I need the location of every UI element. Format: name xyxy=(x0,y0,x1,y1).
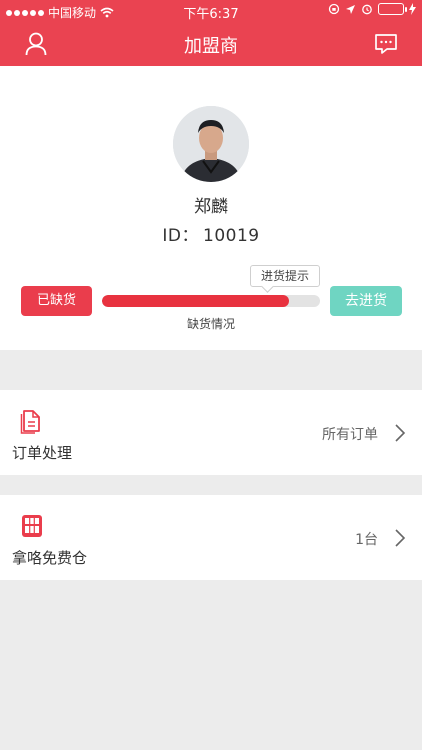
user-id-label: ID： xyxy=(162,226,199,246)
list-item-value: 所有订单 xyxy=(322,427,378,443)
list-item-label: 拿咯免费仓 xyxy=(12,549,88,567)
stock-progress-bar xyxy=(102,295,320,307)
stock-caption: 缺货情况 xyxy=(186,317,235,331)
cabinet-icon xyxy=(22,515,42,537)
profile-card: 郑麟 ID： 10019 已缺货 进货提示 缺货情况 去进货 xyxy=(0,66,422,350)
avatar-photo xyxy=(173,106,249,182)
location-icon xyxy=(346,4,355,14)
user-id: ID： 10019 xyxy=(0,221,422,246)
battery-icon xyxy=(378,3,407,15)
rotation-lock-icon xyxy=(328,3,340,15)
list-item-label: 订单处理 xyxy=(12,444,73,462)
status-bar: 中国移动 下午6:37 xyxy=(0,0,422,22)
nav-bar: 加盟商 xyxy=(0,22,422,66)
list-item-orders[interactable]: 订单处理 所有订单 xyxy=(0,390,422,475)
document-icon xyxy=(20,410,40,434)
app-screen: 中国移动 下午6:37 加盟商 郑麟 ID： 10019 已缺货 进货提示 缺货… xyxy=(0,0,422,750)
restock-tip: 进货提示 xyxy=(250,265,320,287)
out-of-stock-button[interactable]: 已缺货 xyxy=(21,286,92,316)
status-right xyxy=(328,3,416,15)
chevron-right-icon xyxy=(395,529,406,547)
user-id-value: 10019 xyxy=(203,226,260,246)
user-name: 郑麟 xyxy=(194,197,228,217)
chevron-right-icon xyxy=(395,424,406,442)
alarm-icon xyxy=(362,4,372,15)
page-title: 加盟商 xyxy=(184,36,238,57)
list-item-value: 1台 xyxy=(355,532,378,548)
list-item-free-storage[interactable]: 拿咯免费仓 1台 xyxy=(0,495,422,580)
avatar[interactable] xyxy=(173,106,249,182)
stock-progress-fill xyxy=(102,295,290,307)
top-bar: 中国移动 下午6:37 加盟商 xyxy=(0,0,422,66)
charging-icon xyxy=(409,3,416,15)
restock-button[interactable]: 去进货 xyxy=(330,286,402,316)
message-icon[interactable] xyxy=(372,30,400,58)
